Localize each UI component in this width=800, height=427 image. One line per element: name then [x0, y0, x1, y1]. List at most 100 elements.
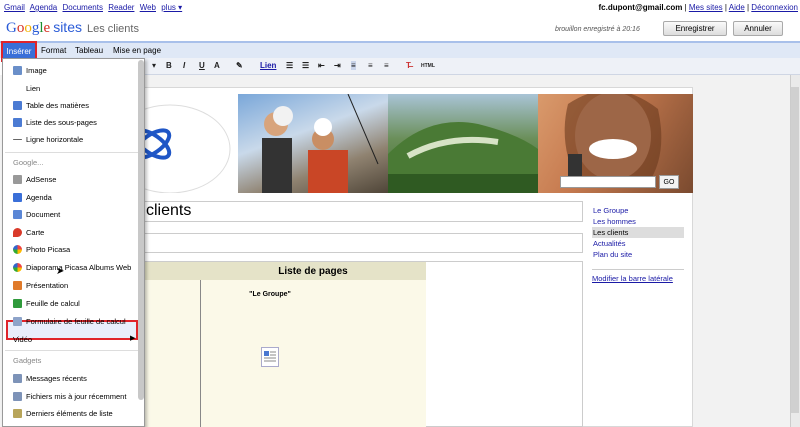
format-toolbar: ▾ B I U A ✎ Lien ☰ ☰ ⇤ ⇥ ≡ ≡ ≡ T̶ HTML — [140, 58, 800, 75]
menu-item-image[interactable]: Image — [13, 66, 47, 75]
menu-scrollbar[interactable] — [138, 60, 144, 400]
recent-files-icon — [13, 392, 22, 401]
menu-item-toc[interactable]: Table des matières — [13, 101, 89, 110]
menu-item-form[interactable]: Formulaire de feuille de calcul — [13, 317, 126, 326]
html-button[interactable]: HTML — [421, 63, 435, 69]
my-sites-link[interactable]: Mes sites — [689, 3, 723, 12]
menu-item-hr[interactable]: Ligne horizontale — [13, 135, 83, 144]
indent-more-icon[interactable]: ⇥ — [334, 61, 341, 70]
page-title-field[interactable] — [140, 201, 583, 222]
menu-layout[interactable]: Mise en page — [113, 46, 161, 55]
link-button[interactable]: Lien — [260, 61, 276, 70]
site-search-input[interactable] — [560, 176, 656, 188]
cancel-button[interactable]: Annuler — [733, 21, 783, 36]
menu-item-presentation[interactable]: Présentation — [13, 281, 68, 290]
menu-divider — [5, 152, 143, 153]
table-column-left — [140, 262, 200, 427]
indent-less-icon[interactable]: ⇤ — [318, 61, 325, 70]
list-items-icon — [13, 409, 22, 418]
google-top-nav: Gmail Agenda Documents Reader Web plus ▾ — [4, 3, 185, 12]
help-link[interactable]: Aide — [729, 3, 745, 12]
numbered-list-icon[interactable]: ☰ — [286, 61, 293, 70]
menu-item-spreadsheet[interactable]: Feuille de calcul — [13, 299, 80, 308]
topnav-reader[interactable]: Reader — [108, 3, 134, 12]
menu-item-recent-files[interactable]: Fichiers mis à jour récemment — [13, 392, 126, 401]
picasa-icon — [13, 245, 22, 254]
search-go-button[interactable]: GO — [659, 175, 679, 189]
page-title: clients — [146, 202, 192, 219]
editor-menubar: Insérer Format Tableau Mise en page — [0, 41, 800, 60]
menu-table[interactable]: Tableau — [75, 46, 103, 55]
banner-workers-image — [238, 93, 388, 193]
sidebar-item-actualites[interactable]: Actualités — [592, 238, 684, 249]
site-sidebar: Le Groupe Les hommes Les clients Actuali… — [592, 205, 684, 260]
logout-link[interactable]: Déconnexion — [751, 3, 798, 12]
highlight-color-icon[interactable]: ✎ — [236, 61, 243, 70]
menu-item-picasa-slideshow[interactable]: Diaporama Picasa Albums Web — [13, 263, 131, 272]
edit-sidebar-link[interactable]: Modifier la barre latérale — [592, 274, 673, 283]
align-center-icon[interactable]: ≡ — [368, 61, 373, 70]
font-color-button[interactable]: A — [214, 61, 220, 70]
sidebar-item-les-hommes[interactable]: Les hommes — [592, 216, 684, 227]
menu-item-label: Table des matières — [26, 101, 89, 110]
underline-button[interactable]: U — [199, 61, 205, 70]
menu-item-label: Messages récents — [26, 374, 87, 383]
topnav-web[interactable]: Web — [140, 3, 156, 12]
menu-item-subpages[interactable]: Liste des sous-pages — [13, 118, 97, 127]
map-pin-icon — [13, 228, 22, 237]
menu-item-agenda[interactable]: Agenda — [13, 193, 52, 202]
sidebar-item-plan-du-site[interactable]: Plan du site — [592, 249, 684, 260]
sidebar-item-le-groupe[interactable]: Le Groupe — [592, 205, 684, 216]
menu-item-label: Agenda — [26, 193, 52, 202]
menu-item-recent-list[interactable]: Derniers éléments de liste — [13, 409, 113, 418]
remove-format-icon[interactable]: T̶ — [406, 61, 411, 70]
table-column-pages — [200, 262, 426, 427]
menu-item-adsense[interactable]: AdSense — [13, 175, 56, 184]
align-left-icon[interactable]: ≡ — [351, 61, 356, 70]
menu-item-label: Vidéo — [13, 335, 33, 344]
top-bar: Gmail Agenda Documents Reader Web plus ▾… — [0, 0, 800, 15]
menu-item-label: Feuille de calcul — [26, 299, 80, 308]
mouse-cursor-icon: ➤ — [56, 266, 65, 277]
menu-item-video[interactable]: Vidéo — [13, 335, 32, 344]
horizontal-line-icon — [13, 139, 22, 140]
banner-landscape-image — [388, 94, 538, 193]
insert-menu-dropdown: Image Lien Table des matières Liste des … — [2, 58, 145, 427]
account-links: fc.dupont@gmail.com | Mes sites | Aide |… — [598, 3, 798, 12]
sidebar-item-les-clients[interactable]: Les clients — [592, 227, 684, 238]
menu-item-recent-posts[interactable]: Messages récents — [13, 374, 87, 383]
menu-format[interactable]: Format — [41, 46, 66, 55]
page-scrollbar-thumb[interactable] — [791, 87, 799, 413]
italic-button[interactable]: I — [183, 61, 185, 70]
document-icon[interactable] — [261, 347, 279, 367]
picasa-slideshow-icon — [13, 263, 22, 272]
menu-item-picasa-photo[interactable]: Photo Picasa — [13, 245, 70, 254]
bold-button[interactable]: B — [166, 61, 172, 70]
menu-item-label: AdSense — [26, 175, 57, 184]
menu-item-label: Derniers éléments de liste — [26, 409, 113, 418]
calendar-icon — [13, 193, 22, 202]
group-quote-text: "Le Groupe" — [249, 291, 291, 298]
topnav-agenda[interactable]: Agenda — [30, 3, 58, 12]
font-size-dropdown-icon[interactable]: ▾ — [152, 61, 156, 70]
user-email: fc.dupont@gmail.com — [598, 3, 683, 12]
table-column-left-header — [140, 262, 200, 280]
topnav-gmail[interactable]: Gmail — [4, 3, 25, 12]
page-subtitle-field[interactable] — [140, 233, 583, 253]
menu-item-document[interactable]: Document — [13, 210, 60, 219]
toc-icon — [13, 101, 22, 110]
topnav-more[interactable]: plus ▾ — [161, 3, 182, 12]
bullet-list-icon[interactable]: ☰ — [302, 61, 309, 70]
menu-item-label: Liste des sous-pages — [26, 118, 97, 127]
site-header: Google sites Les clients brouillon enregi… — [0, 15, 800, 41]
topnav-documents[interactable]: Documents — [63, 3, 103, 12]
align-right-icon[interactable]: ≡ — [384, 61, 389, 70]
save-button[interactable]: Enregistrer — [663, 21, 727, 36]
menu-item-label: Diaporama Picasa Albums Web — [26, 263, 132, 272]
menu-item-map[interactable]: Carte — [13, 228, 44, 237]
sidebar-divider — [592, 269, 684, 270]
google-sites-logo[interactable]: Google sites — [6, 19, 82, 37]
menu-item-link[interactable]: Lien — [26, 84, 40, 93]
gadgets-section-header: Gadgets — [13, 356, 42, 365]
menu-item-label: Ligne horizontale — [26, 135, 84, 144]
